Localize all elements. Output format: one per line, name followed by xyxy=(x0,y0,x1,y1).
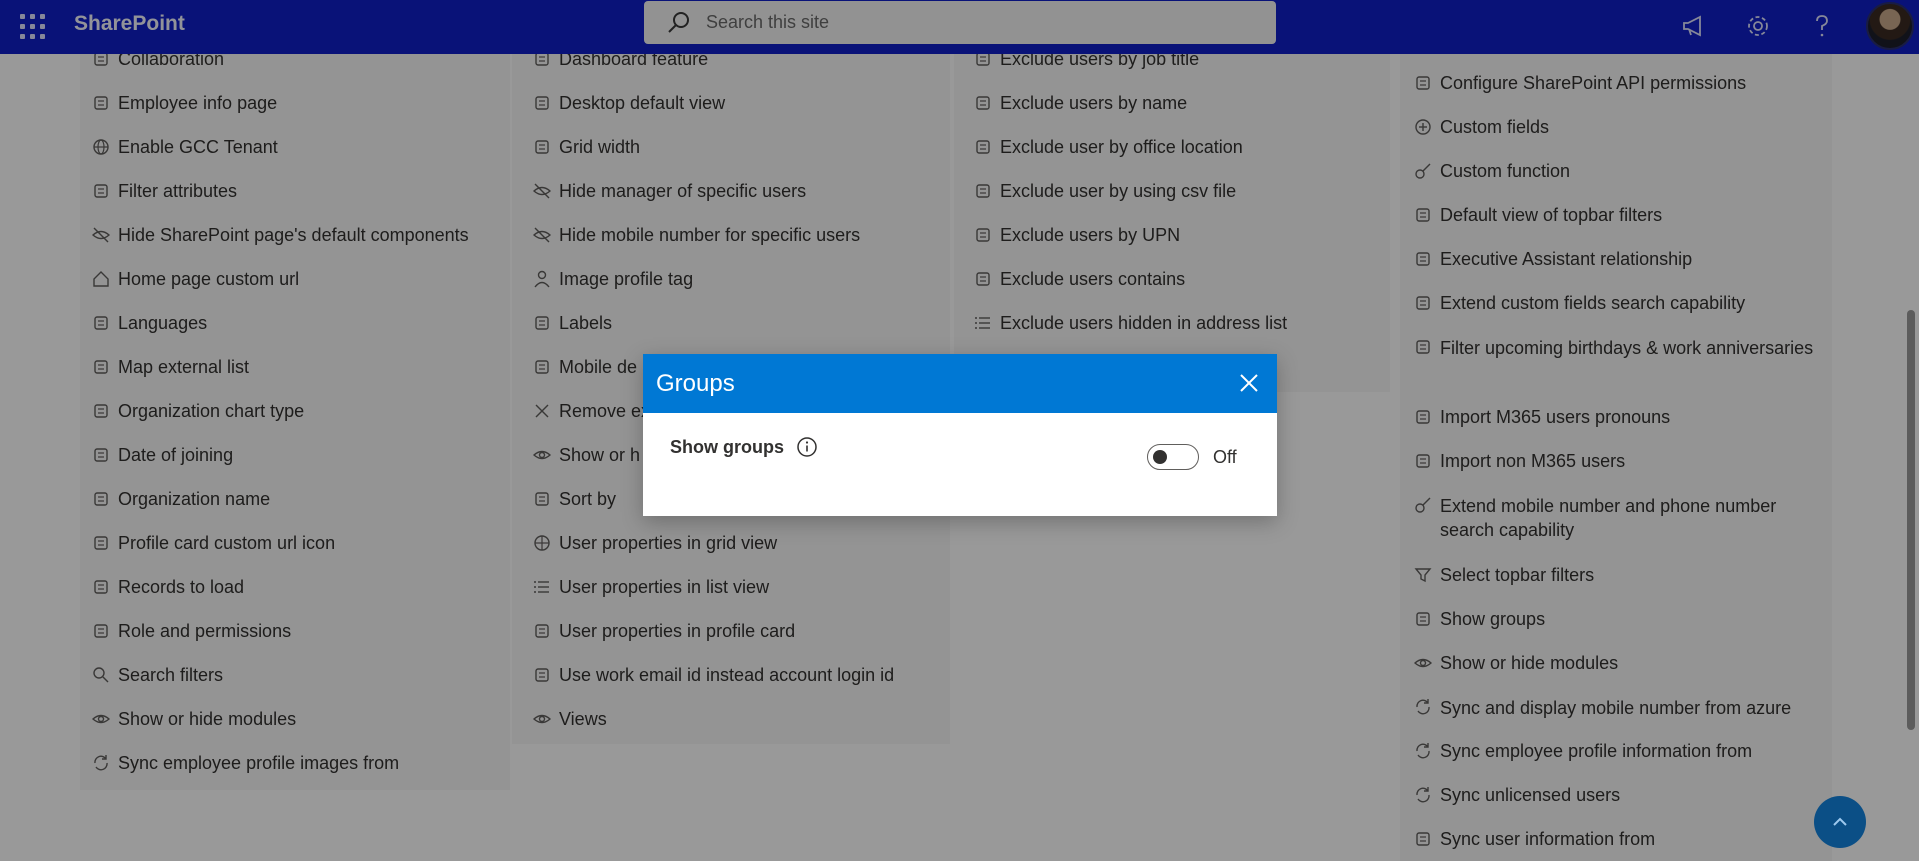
show-groups-toggle[interactable] xyxy=(1147,444,1199,470)
show-groups-label: Show groups xyxy=(670,436,784,457)
scrollbar-thumb[interactable] xyxy=(1907,310,1915,730)
chevron-up-icon xyxy=(1833,817,1847,826)
scroll-to-top-button[interactable] xyxy=(1814,796,1866,848)
dialog-header: Groups xyxy=(643,354,1277,413)
groups-dialog: Groups Show groups Off xyxy=(643,354,1277,516)
show-groups-row: Show groups xyxy=(670,436,818,458)
dialog-title: Groups xyxy=(656,369,735,397)
info-icon[interactable] xyxy=(796,436,818,458)
toggle-state-text: Off xyxy=(1213,447,1237,467)
close-icon[interactable] xyxy=(1235,369,1263,397)
toggle-knob xyxy=(1153,450,1167,464)
